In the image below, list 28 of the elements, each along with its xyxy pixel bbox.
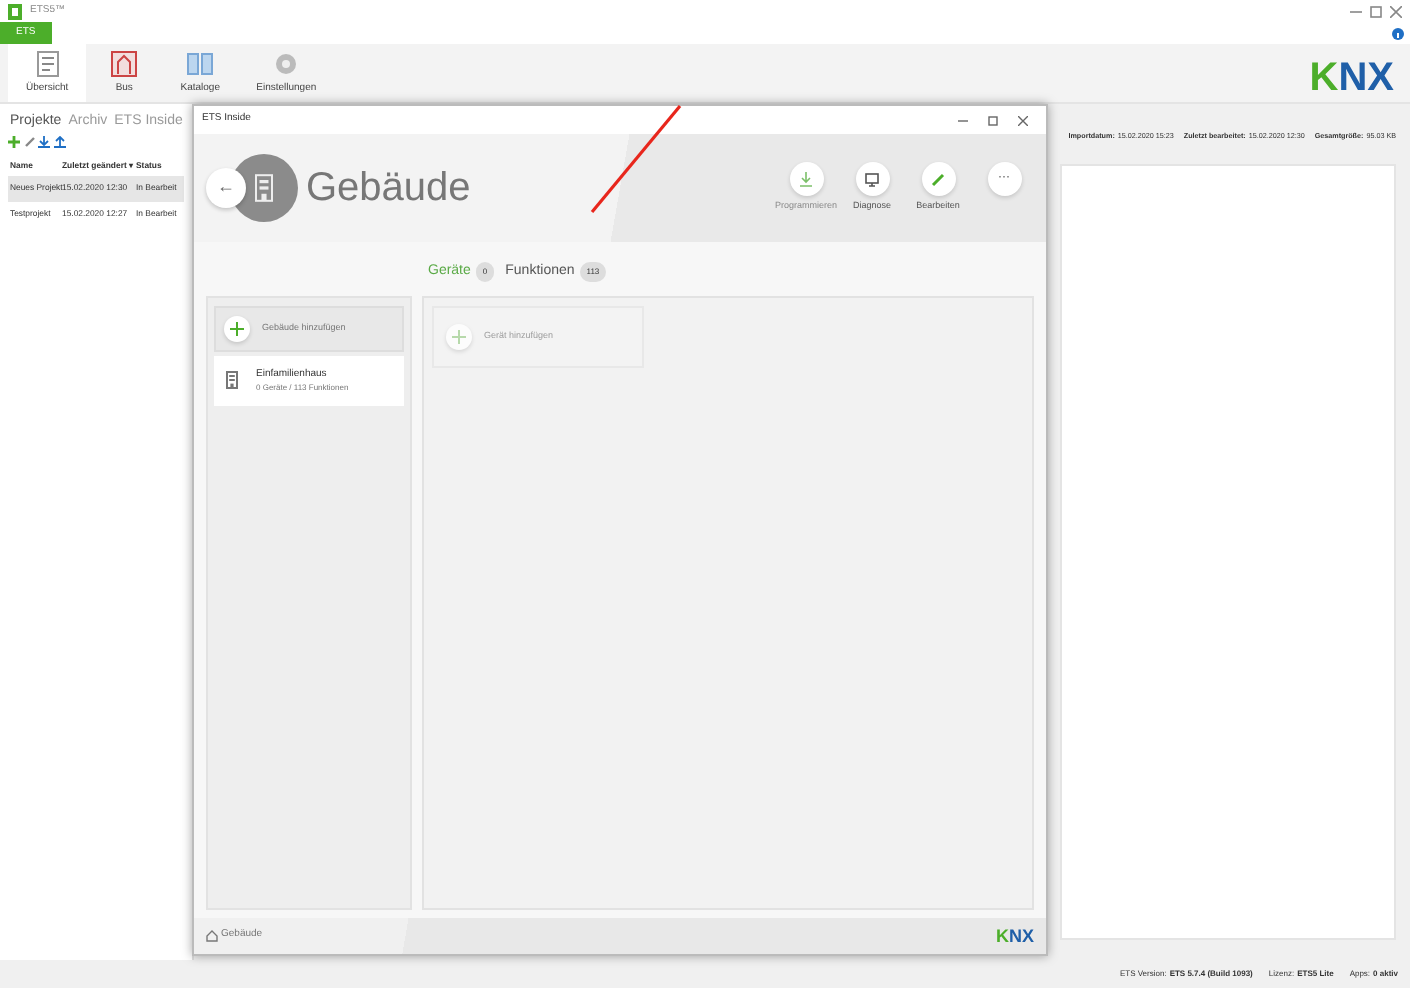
knx-logo: KNX bbox=[995, 927, 1034, 945]
plus-icon bbox=[452, 329, 466, 343]
help-icon[interactable] bbox=[1392, 28, 1404, 40]
knx-logo: KNX bbox=[1309, 53, 1394, 97]
pencil-icon bbox=[930, 171, 946, 188]
monitor-icon bbox=[864, 171, 880, 188]
minimize-icon[interactable] bbox=[958, 115, 968, 125]
maximize-icon[interactable] bbox=[1370, 6, 1382, 18]
building-icon bbox=[222, 370, 242, 391]
download-icon[interactable] bbox=[38, 136, 50, 148]
upload-icon[interactable] bbox=[53, 136, 65, 148]
home-icon bbox=[206, 930, 218, 942]
back-button[interactable]: ← bbox=[206, 168, 246, 208]
close-icon[interactable] bbox=[1390, 6, 1402, 18]
annotation-line bbox=[590, 104, 682, 214]
add-icon[interactable] bbox=[8, 136, 20, 148]
app-logo-icon bbox=[8, 4, 22, 20]
gear-icon bbox=[272, 49, 301, 78]
minimize-icon[interactable] bbox=[1350, 6, 1362, 18]
page-heading: Gebäude bbox=[306, 164, 471, 214]
building-icon bbox=[110, 49, 139, 78]
download-icon bbox=[798, 171, 814, 188]
document-icon bbox=[33, 49, 62, 78]
plus-icon bbox=[230, 321, 244, 335]
close-icon[interactable] bbox=[1018, 115, 1028, 125]
maximize-icon[interactable] bbox=[988, 115, 998, 125]
book-icon bbox=[186, 49, 215, 78]
edit-icon[interactable] bbox=[23, 136, 35, 148]
